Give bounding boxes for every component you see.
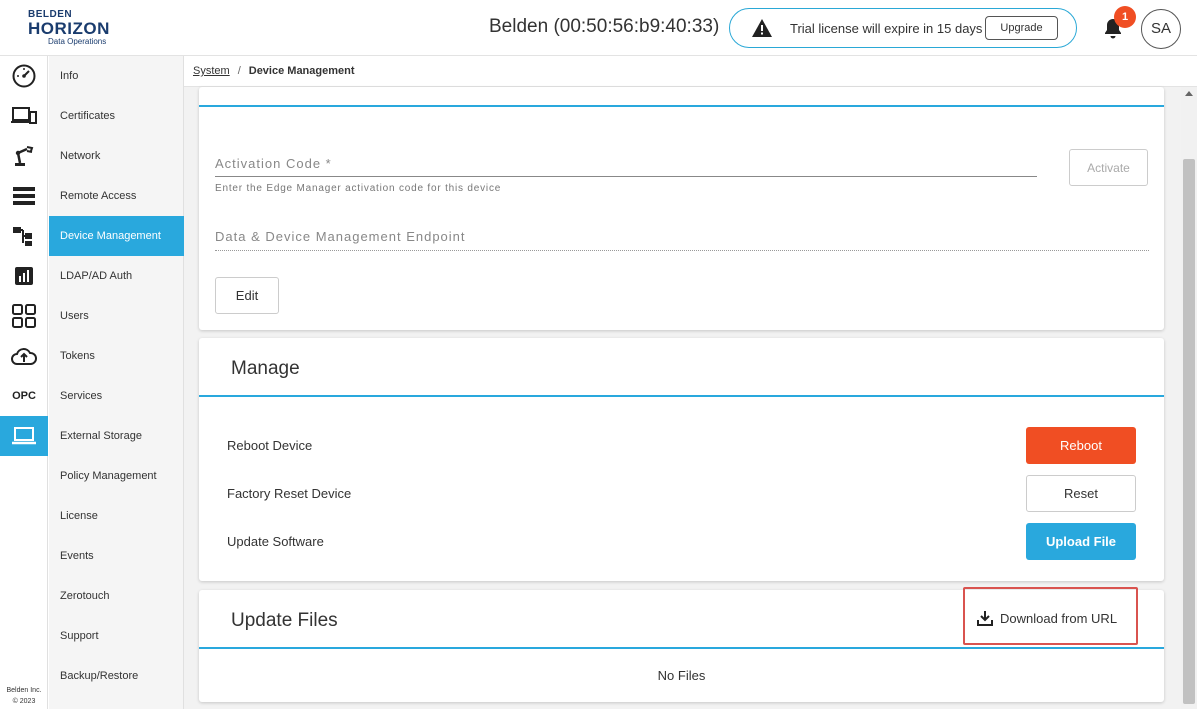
subnav-item-device-management[interactable]: Device Management bbox=[49, 216, 184, 256]
upload-file-button[interactable]: Upload File bbox=[1026, 523, 1136, 560]
card-accent-rule bbox=[199, 105, 1164, 107]
subnav-item-support[interactable]: Support bbox=[49, 616, 184, 656]
activate-button[interactable]: Activate bbox=[1069, 149, 1148, 186]
activation-card: Activation Code * Enter the Edge Manager… bbox=[199, 87, 1164, 330]
content-scrollbar[interactable] bbox=[1181, 87, 1197, 709]
logo-line3: Data Operations bbox=[48, 37, 107, 46]
laptop-icon bbox=[12, 427, 36, 445]
download-from-url-label: Download from URL bbox=[1000, 610, 1118, 626]
subnav-item-backup-restore[interactable]: Backup/Restore bbox=[49, 656, 184, 696]
user-avatar[interactable]: SA bbox=[1141, 9, 1181, 49]
analytics-icon bbox=[15, 267, 33, 285]
warning-icon bbox=[752, 19, 772, 37]
factory-reset-label: Factory Reset Device bbox=[227, 486, 352, 501]
subnav-item-network[interactable]: Network bbox=[49, 136, 184, 176]
update-files-card: Update Files Download from URL No Files bbox=[199, 587, 1164, 702]
update-software-label: Update Software bbox=[227, 534, 324, 549]
update-files-title: Update Files bbox=[231, 610, 338, 631]
dashboard-gauge-icon bbox=[12, 64, 36, 88]
device-title: Belden (00:50:56:b9:40:33) bbox=[489, 16, 720, 37]
rail-item-opc[interactable]: OPC bbox=[0, 376, 48, 416]
edit-button[interactable]: Edit bbox=[215, 277, 279, 314]
upgrade-button[interactable]: Upgrade bbox=[985, 16, 1058, 40]
copyright-company: Belden Inc. bbox=[6, 687, 42, 694]
breadcrumb: System / Device Management bbox=[184, 56, 1197, 87]
manage-rule bbox=[199, 395, 1164, 397]
rail-item-list[interactable] bbox=[0, 176, 48, 216]
activation-code-input[interactable] bbox=[215, 176, 1037, 177]
update-files-rule bbox=[199, 647, 1164, 649]
logo-line2: HORIZON bbox=[28, 19, 110, 38]
subnav-item-users[interactable]: Users bbox=[49, 296, 184, 336]
rail-item-apps[interactable] bbox=[0, 296, 48, 336]
reboot-device-label: Reboot Device bbox=[227, 438, 313, 453]
opc-label: OPC bbox=[12, 390, 36, 402]
rail-item-flows[interactable] bbox=[0, 216, 48, 256]
notification-count-badge: 1 bbox=[1114, 6, 1136, 28]
robot-arm-icon bbox=[15, 146, 34, 166]
no-files-text: No Files bbox=[657, 668, 706, 683]
belden-horizon-logo[interactable]: BELDEN HORIZON Data Operations bbox=[28, 10, 118, 48]
subnav-item-info[interactable]: Info bbox=[49, 56, 184, 96]
scroll-thumb[interactable] bbox=[1183, 159, 1195, 704]
subnav-item-remote-access[interactable]: Remote Access bbox=[49, 176, 184, 216]
activation-code-hint: Enter the Edge Manager activation code f… bbox=[215, 183, 502, 194]
rail-item-system[interactable] bbox=[0, 416, 48, 456]
rail-item-devices[interactable] bbox=[0, 96, 48, 136]
apps-grid-icon bbox=[12, 304, 36, 328]
endpoint-field bbox=[215, 250, 1149, 251]
copyright-year: © 2023 bbox=[12, 698, 36, 705]
trial-license-banner: Trial license will expire in 15 days Upg… bbox=[729, 8, 1077, 48]
breadcrumb-system-link[interactable]: System bbox=[193, 65, 230, 77]
subnav-item-policy-management[interactable]: Policy Management bbox=[49, 456, 184, 496]
rail-item-cloud[interactable] bbox=[0, 336, 48, 376]
copyright: Belden Inc. © 2023 bbox=[0, 685, 48, 707]
app-header: BELDEN HORIZON Data Operations Belden (0… bbox=[0, 0, 1197, 56]
download-from-url-button[interactable]: Download from URL bbox=[976, 601, 1126, 635]
flow-icon bbox=[13, 227, 32, 246]
rail-item-dashboard[interactable] bbox=[0, 56, 48, 96]
breadcrumb-current: Device Management bbox=[248, 65, 355, 77]
manage-card: Manage Reboot Device Reboot Factory Rese… bbox=[199, 338, 1164, 581]
subnav-item-events[interactable]: Events bbox=[49, 536, 184, 576]
system-subnav: Info Certificates Network Remote Access … bbox=[49, 56, 184, 709]
subnav-item-certificates[interactable]: Certificates bbox=[49, 96, 184, 136]
subnav-item-external-storage[interactable]: External Storage bbox=[49, 416, 184, 456]
endpoint-label: Data & Device Management Endpoint bbox=[215, 229, 466, 244]
subnav-item-services[interactable]: Services bbox=[49, 376, 184, 416]
rail-item-robotics[interactable] bbox=[0, 136, 48, 176]
activation-code-label: Activation Code * bbox=[215, 156, 332, 171]
subnav-item-tokens[interactable]: Tokens bbox=[49, 336, 184, 376]
icon-rail: OPC Belden Inc. © 2023 bbox=[0, 56, 48, 709]
download-icon bbox=[977, 611, 993, 626]
reboot-button[interactable]: Reboot bbox=[1026, 427, 1136, 464]
subnav-item-ldap-ad-auth[interactable]: LDAP/AD Auth bbox=[49, 256, 184, 296]
subnav-item-zerotouch[interactable]: Zerotouch bbox=[49, 576, 184, 616]
main-content: System / Device Management Activation Code… bbox=[184, 56, 1197, 709]
subnav-item-license[interactable]: License bbox=[49, 496, 184, 536]
trial-message: Trial license will expire in 15 days bbox=[790, 21, 983, 36]
rail-item-analytics[interactable] bbox=[0, 256, 48, 296]
list-icon bbox=[13, 187, 35, 205]
reset-button[interactable]: Reset bbox=[1026, 475, 1136, 512]
devices-icon bbox=[11, 107, 37, 124]
breadcrumb-separator: / bbox=[237, 65, 241, 77]
scroll-up-arrow-icon[interactable] bbox=[1185, 91, 1193, 96]
cloud-upload-icon bbox=[11, 348, 37, 365]
manage-title: Manage bbox=[231, 358, 300, 379]
